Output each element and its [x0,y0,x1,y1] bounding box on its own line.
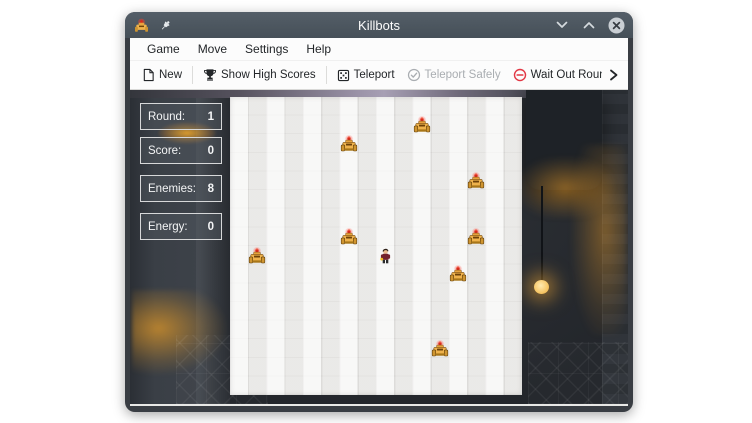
new-label: New [159,69,182,81]
enemy-robot-sprite [431,340,449,357]
enemy-robot-sprite [467,172,485,189]
hero-sprite [379,247,392,264]
toolbar-overflow-button[interactable] [602,61,624,89]
teleport-safely-label: Teleport Safely [425,69,501,81]
document-new-icon [142,68,155,82]
titlebar[interactable]: Killbots [125,12,633,38]
toolbar-separator [192,66,193,84]
enemy-robot-sprite [340,228,358,245]
robot-app-icon[interactable] [133,17,149,33]
round-label: Round: [148,111,185,123]
close-button[interactable] [607,16,625,34]
check-circle-icon [407,68,421,82]
scene-side-glow [572,145,627,335]
lamp-cord [541,186,543,282]
killbots-window: Killbots Game Move Settings Help [125,12,633,412]
menubar: Game Move Settings Help [130,38,628,60]
show-high-scores-button[interactable]: Show High Scores [197,65,322,85]
teleport-button[interactable]: Teleport [331,66,401,85]
round-value: 1 [208,111,214,123]
show-high-scores-label: Show High Scores [221,69,316,81]
enemy-robot-sprite [340,135,358,152]
enemy-robot-sprite [413,116,431,133]
window-body: Game Move Settings Help New Show Hig [130,38,628,406]
minimize-button[interactable] [553,16,571,34]
teleport-dice-icon [337,69,350,82]
scene-crates-right [528,342,628,404]
enemies-stat-box: Enemies: 8 [140,175,222,202]
teleport-label: Teleport [354,69,395,81]
toolbar-separator [326,66,327,84]
game-scene: Round: 1 Score: 0 Enemies: 8 Energy: 0 [130,90,628,404]
menu-game[interactable]: Game [138,40,189,58]
stop-circle-icon [513,68,527,82]
game-board[interactable] [230,97,522,395]
toolbar: New Show High Scores [130,60,628,90]
score-label: Score: [148,145,181,157]
enemy-robot-sprite [248,247,266,264]
new-button[interactable]: New [136,65,188,85]
wait-out-round-label: Wait Out Round [531,69,612,81]
menu-settings[interactable]: Settings [236,40,297,58]
score-stat-box: Score: 0 [140,137,222,164]
enemies-label: Enemies: [148,183,196,195]
enemy-robot-sprite [467,228,485,245]
teleport-safely-button: Teleport Safely [401,65,507,85]
lamp-bulb [534,280,549,294]
maximize-button[interactable] [580,16,598,34]
trophy-icon [203,68,217,82]
pin-icon[interactable] [157,17,173,33]
window-bottom-highlight [130,404,628,406]
energy-stat-box: Energy: 0 [140,213,222,240]
enemies-value: 8 [208,183,214,195]
score-value: 0 [208,145,214,157]
enemy-robot-sprite [449,265,467,282]
menu-help[interactable]: Help [297,40,340,58]
round-stat-box: Round: 1 [140,103,222,130]
chevron-right-icon [608,69,619,81]
menu-move[interactable]: Move [189,40,236,58]
energy-value: 0 [208,221,214,233]
energy-label: Energy: [148,221,188,233]
